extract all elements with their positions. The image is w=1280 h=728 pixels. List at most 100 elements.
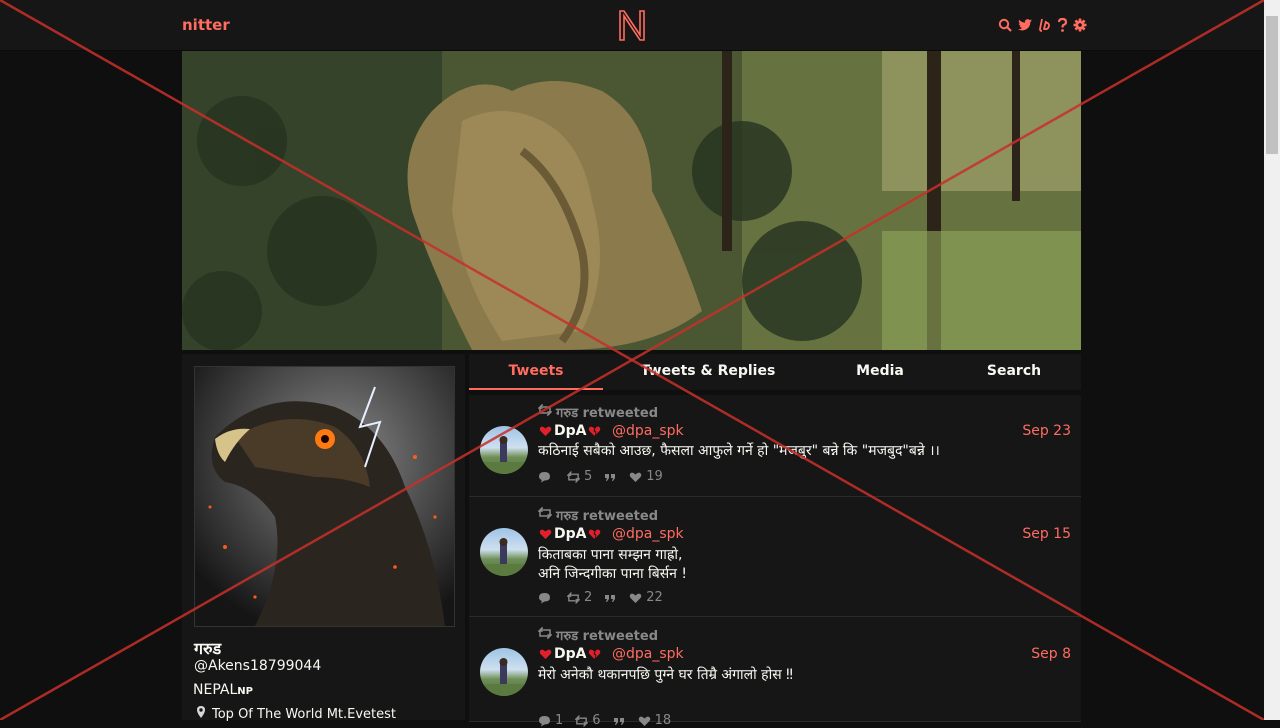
timeline: गरुड retweeted DpA @dpa_spk Sep 23 कठिना… <box>469 395 1081 728</box>
like-count: 22 <box>646 590 663 605</box>
heart-emoji-icon <box>539 425 552 437</box>
tweet-item[interactable]: गरुड retweeted DpA @dpa_spk Sep 15 किताब… <box>469 497 1081 617</box>
bio-small-text: NP <box>237 686 253 697</box>
reply-count: 1 <box>555 713 564 728</box>
top-navbar: nitter <box>0 0 1264 51</box>
like-count: 18 <box>654 713 672 728</box>
reply-stat[interactable] <box>538 471 555 483</box>
tab-media[interactable]: Media <box>813 354 947 390</box>
tab-tweets[interactable]: Tweets <box>469 354 603 390</box>
quote-icon <box>604 592 617 604</box>
profile-bio: NEPALNP <box>193 682 253 698</box>
tweet-date[interactable]: Sep 15 <box>1022 526 1071 542</box>
heart-emoji-icon <box>539 528 552 540</box>
tweet-fullname[interactable]: DpA <box>539 526 601 542</box>
tweet-stats: 2 22 <box>538 590 663 605</box>
profile-banner[interactable] <box>182 51 1081 350</box>
scrollbar-thumb[interactable] <box>1266 16 1278 154</box>
tweet-content: किताबका पाना सम्झन गाह्रो, अनि जिन्दगीका… <box>538 546 687 584</box>
retweet-count: 5 <box>584 469 593 484</box>
tweet-text-line: मेरो अनेकौ थकानपछि पुग्ने घर तिम्रै अंगा… <box>538 667 793 683</box>
retweet-text: गरुड retweeted <box>556 629 658 644</box>
retweet-stat[interactable]: 6 <box>575 713 601 728</box>
tweet-text-line: किताबका पाना सम्झन गाह्रो, <box>538 547 683 563</box>
bio-text: NEPAL <box>193 682 238 698</box>
nitter-logo-icon[interactable] <box>617 8 647 42</box>
tweet-text-line: अनि जिन्दगीका पाना बिर्सन ! <box>538 566 687 582</box>
heart-icon <box>629 592 642 604</box>
tweet-item[interactable]: गरुड retweeted DpA @dpa_spk Sep 23 कठिना… <box>469 395 1081 497</box>
retweet-icon <box>537 506 553 523</box>
heart-icon <box>638 715 651 727</box>
help-icon[interactable] <box>1057 17 1068 33</box>
twitter-icon[interactable] <box>1017 17 1033 33</box>
tweet-avatar[interactable] <box>480 528 528 576</box>
tweet-date[interactable]: Sep 8 <box>1031 646 1071 662</box>
tab-search[interactable]: Search <box>947 354 1081 390</box>
broken-heart-emoji-icon <box>588 648 601 660</box>
retweet-stat[interactable]: 5 <box>567 469 592 484</box>
broken-heart-emoji-icon <box>588 425 601 437</box>
heart-icon <box>629 471 642 483</box>
heart-emoji-icon <box>539 648 552 660</box>
retweet-stat[interactable]: 2 <box>567 590 592 605</box>
comment-icon <box>538 592 551 604</box>
profile-avatar[interactable] <box>194 366 455 627</box>
tweet-avatar[interactable] <box>480 426 528 474</box>
quote-icon <box>604 471 617 483</box>
like-stat[interactable]: 19 <box>629 469 663 484</box>
reply-stat[interactable] <box>538 592 555 604</box>
tab-tweets-replies[interactable]: Tweets & Replies <box>603 354 813 390</box>
retweet-icon <box>575 714 589 727</box>
tweet-handle[interactable]: @dpa_spk <box>612 526 684 542</box>
like-count: 19 <box>646 469 663 484</box>
tweet-item[interactable]: गरुड retweeted DpA @dpa_spk Sep 8 मेरो अ… <box>469 617 1081 728</box>
timeline-tabs: Tweets Tweets & Replies Media Search <box>469 354 1081 390</box>
tweet-handle[interactable]: @dpa_spk <box>612 423 684 439</box>
broken-heart-emoji-icon <box>588 528 601 540</box>
tweet-avatar[interactable] <box>480 648 528 696</box>
tweet-fullname-text: DpA <box>554 526 587 542</box>
comment-icon <box>538 471 551 483</box>
retweet-text: गरुड retweeted <box>556 406 658 421</box>
like-stat[interactable]: 22 <box>629 590 663 605</box>
profile-username[interactable]: @Akens18799044 <box>194 658 321 674</box>
retweet-header: गरुड retweeted <box>537 626 658 644</box>
retweet-text: गरुड retweeted <box>556 509 658 524</box>
profile-location: Top Of The World Mt.Evetest <box>196 705 396 723</box>
tweet-fullname-text: DpA <box>554 423 587 439</box>
tweet-content: कठिनाई सबैको आउछ, फैसला आफुले गर्ने हो "… <box>538 442 940 461</box>
profile-fullname[interactable]: गरुड <box>194 637 221 659</box>
tweet-stats: 1 6 18 <box>538 713 671 728</box>
gear-icon[interactable] <box>1073 17 1087 33</box>
tweet-content: मेरो अनेकौ थकानपछि पुग्ने घर तिम्रै अंगा… <box>538 666 793 685</box>
tweet-stats: 5 19 <box>538 469 663 484</box>
comment-icon <box>538 715 551 727</box>
liberapay-icon[interactable] <box>1038 17 1052 33</box>
reply-stat[interactable]: 1 <box>538 713 563 728</box>
nav-icons <box>998 16 1087 34</box>
tweet-text-line: कठिनाई सबैको आउछ, फैसला आफुले गर्ने हो "… <box>538 443 940 459</box>
tweet-fullname[interactable]: DpA <box>539 423 601 439</box>
tweet-date[interactable]: Sep 23 <box>1022 423 1071 439</box>
retweet-header: गरुड retweeted <box>537 403 658 421</box>
retweet-count: 6 <box>592 713 601 728</box>
retweet-icon <box>537 403 553 420</box>
retweet-icon <box>567 591 580 604</box>
location-pin-icon <box>196 705 206 723</box>
like-stat[interactable]: 18 <box>638 713 672 728</box>
nitter-home-link[interactable]: nitter <box>182 16 230 34</box>
tweet-fullname-text: DpA <box>554 646 587 662</box>
location-text: Top Of The World Mt.Evetest <box>212 706 397 722</box>
retweet-icon <box>567 470 580 483</box>
search-icon[interactable] <box>998 17 1012 33</box>
quote-stat[interactable] <box>604 592 617 604</box>
retweet-count: 2 <box>584 590 593 605</box>
retweet-icon <box>537 626 553 643</box>
retweet-header: गरुड retweeted <box>537 506 658 524</box>
quote-stat[interactable] <box>604 471 617 483</box>
quote-icon <box>613 715 626 727</box>
tweet-handle[interactable]: @dpa_spk <box>612 646 684 662</box>
tweet-fullname[interactable]: DpA <box>539 646 601 662</box>
quote-stat[interactable] <box>613 715 626 727</box>
